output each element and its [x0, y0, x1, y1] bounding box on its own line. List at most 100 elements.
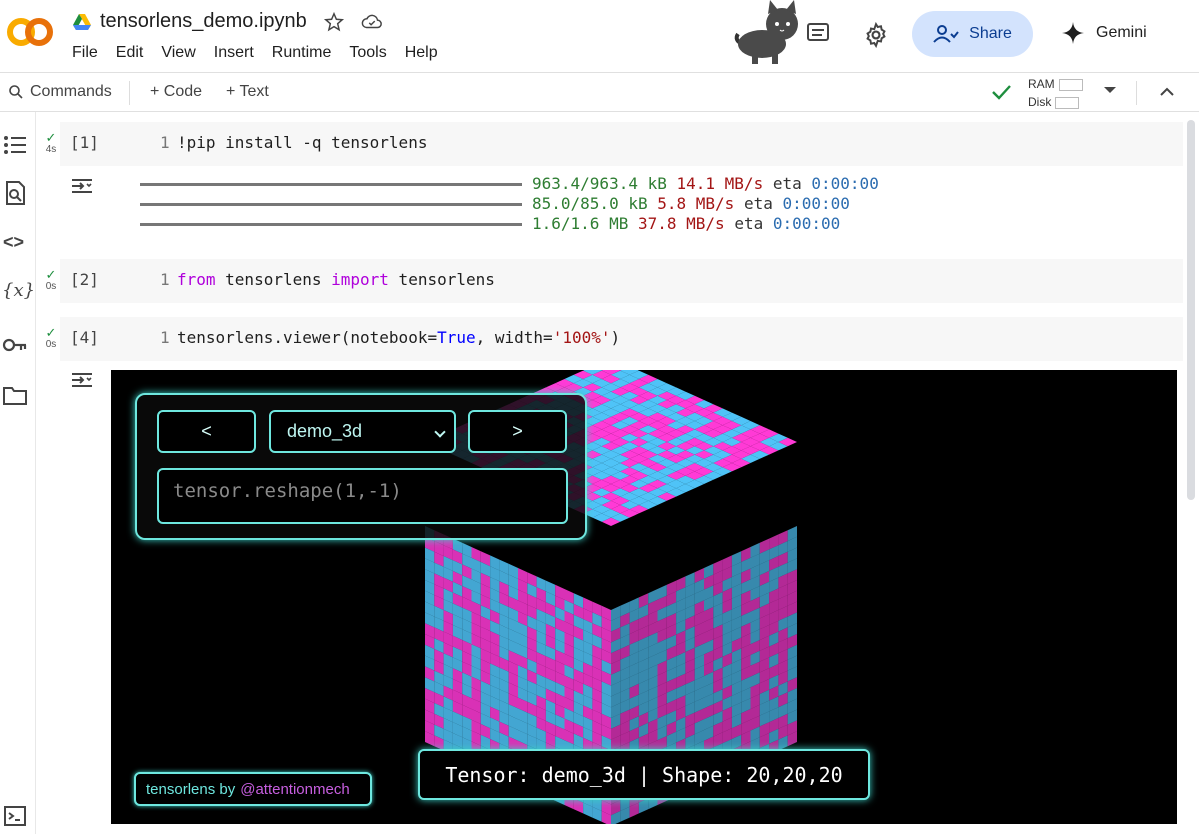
share-label: Share [969, 25, 1012, 42]
cell-duration: 0s [45, 339, 57, 350]
output-toggle-icon[interactable] [70, 176, 94, 196]
variables-icon[interactable]: {x} [2, 280, 35, 301]
credit-prefix: tensorlens by [146, 780, 236, 798]
eta-value: 0:00:00 [811, 174, 879, 193]
star-icon[interactable] [323, 11, 345, 33]
connected-check-icon[interactable] [990, 81, 1012, 103]
share-button[interactable]: Share [912, 11, 1033, 57]
tensor-select-value: demo_3d [287, 421, 363, 441]
find-icon[interactable] [2, 180, 28, 206]
import-name: tensorlens [388, 270, 495, 289]
download-size: 1.6/1.6 MB [532, 214, 629, 233]
settings-gear-icon[interactable] [863, 22, 889, 48]
add-text-button[interactable]: + Text [226, 83, 269, 101]
credit-badge[interactable]: tensorlens by @attentionmech [134, 772, 372, 806]
progress-bar [140, 182, 522, 186]
line-number: 1 [160, 270, 170, 289]
tensor-select[interactable]: demo_3d [269, 410, 456, 453]
check-icon: ✓ [45, 325, 57, 340]
cloud-saved-icon[interactable] [361, 11, 383, 33]
runtime-dropdown-icon[interactable] [1104, 87, 1116, 93]
output-toggle-icon[interactable] [70, 370, 94, 390]
colab-logo[interactable] [6, 16, 54, 48]
expression-input[interactable]: tensor.reshape(1,-1) [157, 468, 568, 524]
line-number: 1 [160, 328, 170, 347]
code-call: tensorlens.viewer(notebook= [177, 328, 438, 347]
gemini-sparkle-icon [1062, 22, 1084, 44]
eta-label: eta [743, 194, 773, 213]
disk-label: Disk [1028, 95, 1052, 109]
chevron-up-icon[interactable] [1158, 83, 1176, 101]
folder-icon[interactable] [2, 382, 28, 408]
scrollbar-thumb[interactable] [1187, 120, 1195, 500]
cell-duration: 0s [45, 281, 57, 292]
eta-value: 0:00:00 [772, 214, 841, 233]
cell-source[interactable]: from tensorlens import tensorlens [177, 270, 495, 289]
code-snippets-icon[interactable]: <> [3, 232, 24, 253]
terminal-icon[interactable] [4, 806, 26, 826]
download-size: 963.4/963.4 kB [532, 174, 667, 193]
toolbar-divider [1136, 81, 1137, 105]
cell-status: ✓ 0s [42, 267, 60, 292]
module-name: tensorlens [215, 270, 332, 289]
menu-view[interactable]: View [161, 44, 204, 62]
pip-progress-row: 1.6/1.6 MB 37.8 MB/s eta 0:00:00 [140, 214, 879, 234]
notebook-title[interactable]: tensorlens_demo.ipynb [100, 10, 307, 33]
code-cell[interactable]: [1] 1 !pip install -q tensorlens [60, 122, 1183, 166]
secrets-key-icon[interactable] [2, 332, 28, 358]
eta-label: eta [772, 174, 802, 193]
check-icon: ✓ [45, 267, 57, 282]
exec-count: [2] [70, 270, 99, 289]
code-arg: , width= [475, 328, 553, 347]
eta-value: 0:00:00 [782, 194, 850, 213]
pip-progress-row: 85.0/85.0 kB 5.8 MB/s eta 0:00:00 [140, 194, 879, 214]
cell-source[interactable]: tensorlens.viewer(notebook=True, width='… [177, 328, 620, 347]
cell-status: ✓ 4s [42, 131, 60, 155]
pip-progress-row: 963.4/963.4 kB 14.1 MB/s eta 0:00:00 [140, 174, 879, 194]
download-size: 85.0/85.0 kB [532, 194, 648, 213]
commands-button[interactable]: Commands [8, 83, 112, 101]
menu-bar: File Edit View Insert Runtime Tools Help [72, 44, 456, 62]
next-tensor-button[interactable]: > [468, 410, 567, 453]
cell-source[interactable]: !pip install -q tensorlens [177, 133, 427, 152]
prev-tensor-button[interactable]: < [157, 410, 256, 453]
cat-mascot-icon[interactable] [732, 0, 832, 70]
menu-edit[interactable]: Edit [116, 44, 153, 62]
progress-bar [140, 222, 522, 226]
viewer-control-panel: < demo_3d > tensor.reshape(1,-1) [135, 393, 587, 540]
notebook-area: ✓ 4s [1] 1 !pip install -q tensorlens 96… [36, 112, 1183, 834]
credit-handle-link[interactable]: @attentionmech [240, 781, 349, 798]
resource-monitor[interactable]: RAM Disk [1028, 75, 1083, 111]
line-number: 1 [160, 133, 170, 152]
gemini-label: Gemini [1096, 24, 1147, 41]
menu-insert[interactable]: Insert [214, 44, 263, 62]
app-header: tensorlens_demo.ipynb File Edit View Ins… [0, 0, 1199, 72]
download-speed: 14.1 MB/s [676, 174, 764, 193]
chevron-down-icon [434, 426, 446, 438]
menu-tools[interactable]: Tools [349, 44, 395, 62]
drive-icon [73, 13, 91, 30]
tensorlens-viewer[interactable]: < demo_3d > tensor.reshape(1,-1) tensorl… [111, 370, 1177, 824]
menu-file[interactable]: File [72, 44, 107, 62]
code-true: True [437, 328, 476, 347]
menu-help[interactable]: Help [405, 44, 447, 62]
keyword-from: from [177, 270, 216, 289]
exec-count: [1] [70, 133, 99, 152]
toolbar-divider [129, 81, 130, 105]
eta-label: eta [734, 214, 764, 233]
code-cell[interactable]: [4] 1 tensorlens.viewer(notebook=True, w… [60, 317, 1183, 361]
menu-runtime[interactable]: Runtime [272, 44, 341, 62]
commands-label: Commands [30, 83, 112, 100]
table-of-contents-icon[interactable] [2, 132, 28, 158]
ram-bar [1058, 78, 1083, 91]
ram-label: RAM [1028, 77, 1055, 91]
download-speed: 5.8 MB/s [657, 194, 735, 213]
add-code-button[interactable]: + Code [150, 83, 202, 101]
gemini-button[interactable]: Gemini [1062, 22, 1147, 44]
left-sidebar: <> {x} [0, 112, 36, 834]
exec-count: [4] [70, 328, 99, 347]
search-icon [9, 85, 23, 99]
tensor-info-label: Tensor: demo_3d | Shape: 20,20,20 [418, 749, 870, 800]
code-string: '100%' [552, 328, 611, 347]
code-cell[interactable]: [2] 1 from tensorlens import tensorlens [60, 259, 1183, 303]
